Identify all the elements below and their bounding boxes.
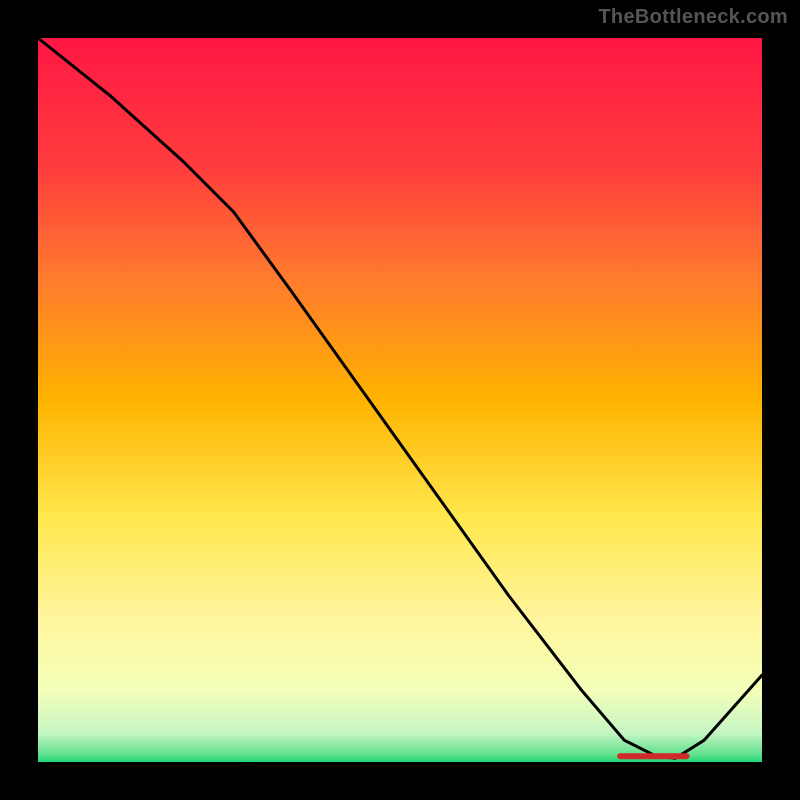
watermark-text: TheBottleneck.com bbox=[598, 6, 788, 29]
bottleneck-curve bbox=[38, 38, 762, 758]
optimal-marker bbox=[617, 753, 689, 759]
chart-frame: TheBottleneck.com bbox=[0, 0, 800, 800]
curve-layer bbox=[38, 38, 762, 762]
